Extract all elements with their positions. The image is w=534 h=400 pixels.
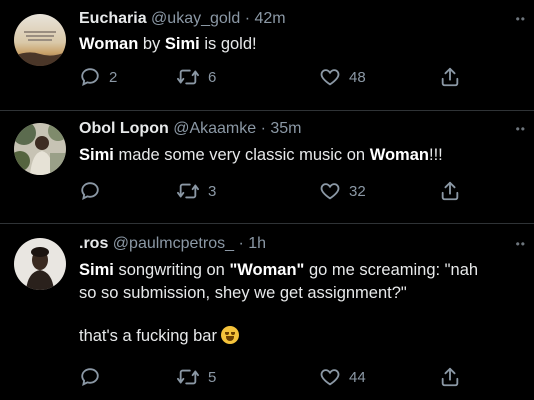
heart-icon — [320, 69, 340, 86]
user-handle[interactable]: @ukay_gold — [151, 10, 240, 27]
timestamp[interactable]: 35m — [270, 120, 301, 137]
like-button[interactable]: 32 — [319, 179, 366, 203]
user-handle[interactable]: @Akaamke — [173, 120, 256, 137]
text-segment: is gold! — [199, 35, 257, 53]
heart-icon — [320, 183, 340, 200]
separator-dot: · — [244, 10, 251, 27]
retweet-button[interactable]: 3 — [176, 179, 216, 203]
share-button[interactable] — [439, 179, 461, 203]
text-segment: that's a fucking bar — [79, 327, 217, 345]
avatar[interactable] — [14, 14, 66, 66]
text-line: that's a fucking bar — [79, 325, 478, 348]
text-segment: go me screaming: "nah — [304, 261, 479, 279]
separator-dot: · — [238, 235, 244, 252]
avatar[interactable] — [14, 123, 66, 175]
reply-button[interactable] — [79, 365, 109, 389]
tweet-header: Eucharia @ukay_gold · 42m — [79, 9, 286, 29]
retweet-count: 6 — [208, 68, 217, 86]
like-button[interactable]: 48 — [319, 65, 366, 89]
tweet-text: Simi songwriting on "Woman" go me scream… — [79, 259, 478, 348]
reply-icon — [81, 68, 99, 86]
text-segment: Simi — [79, 146, 114, 164]
text-line: so so submission, shey we get assignment… — [79, 284, 407, 302]
tweet-actions: 5 44 — [79, 365, 479, 389]
share-button[interactable] — [439, 65, 461, 89]
share-button[interactable] — [439, 365, 461, 389]
display-name[interactable]: Obol Lopon — [79, 120, 169, 137]
tweet-eucharia[interactable]: Eucharia @ukay_gold · 42m •• Woman by Si… — [0, 0, 534, 110]
tweet-ros[interactable]: .ros @paulmcpetros_ · 1h •• Simi songwri… — [0, 224, 534, 400]
reply-count: 2 — [109, 68, 118, 86]
text-segment: Woman — [369, 146, 429, 164]
more-options-icon[interactable]: •• — [516, 13, 526, 25]
more-options-icon[interactable]: •• — [516, 123, 526, 135]
retweet-count: 3 — [208, 182, 217, 200]
tweet-header: Obol Lopon @Akaamke · 35m — [79, 119, 302, 139]
crying-laughing-emoji-icon — [220, 326, 239, 344]
reply-icon — [81, 368, 99, 386]
tweet-actions: 2 6 48 — [79, 65, 479, 89]
user-handle[interactable]: @paulmcpetros_ — [113, 235, 234, 252]
share-icon — [441, 181, 459, 201]
retweet-icon — [177, 369, 199, 385]
tweet-text: Woman by Simi is gold! — [79, 33, 257, 56]
text-line: Simi songwriting on "Woman" go me scream… — [79, 259, 478, 282]
separator-dot: · — [260, 120, 266, 137]
heart-icon — [320, 369, 340, 386]
retweet-count: 5 — [208, 368, 217, 386]
reply-icon — [81, 182, 99, 200]
like-count: 44 — [349, 368, 366, 386]
display-name[interactable]: .ros — [79, 235, 108, 252]
reply-button[interactable] — [79, 179, 109, 203]
timestamp[interactable]: 42m — [254, 10, 285, 27]
share-icon — [441, 67, 459, 87]
timeline-feed: Eucharia @ukay_gold · 42m •• Woman by Si… — [0, 0, 534, 400]
retweet-icon — [177, 183, 199, 199]
tweet-header: .ros @paulmcpetros_ · 1h — [79, 234, 266, 254]
retweet-button[interactable]: 6 — [176, 65, 216, 89]
share-icon — [441, 367, 459, 387]
display-name[interactable]: Eucharia — [79, 10, 147, 27]
like-button[interactable]: 44 — [319, 365, 366, 389]
text-segment: made some very classic music on — [113, 146, 370, 164]
text-segment: !!! — [428, 146, 443, 164]
text-segment: "Woman" — [229, 261, 305, 279]
retweet-icon — [177, 69, 199, 85]
reply-button[interactable]: 2 — [79, 65, 117, 89]
text-segment: by — [138, 35, 165, 53]
tweet-actions: 3 32 — [79, 179, 479, 203]
text-segment: Woman — [79, 35, 139, 53]
like-count: 32 — [349, 182, 366, 200]
text-segment: Simi — [164, 35, 200, 53]
text-segment: Simi — [79, 261, 114, 279]
avatar[interactable] — [14, 238, 66, 290]
tweet-obol-lopon[interactable]: Obol Lopon @Akaamke · 35m •• Simi made s… — [0, 111, 534, 223]
like-count: 48 — [349, 68, 366, 86]
timestamp[interactable]: 1h — [248, 235, 266, 252]
tweet-text: Simi made some very classic music on Wom… — [79, 144, 443, 167]
more-options-icon[interactable]: •• — [516, 238, 526, 250]
retweet-button[interactable]: 5 — [176, 365, 216, 389]
text-segment: songwriting on — [113, 261, 230, 279]
